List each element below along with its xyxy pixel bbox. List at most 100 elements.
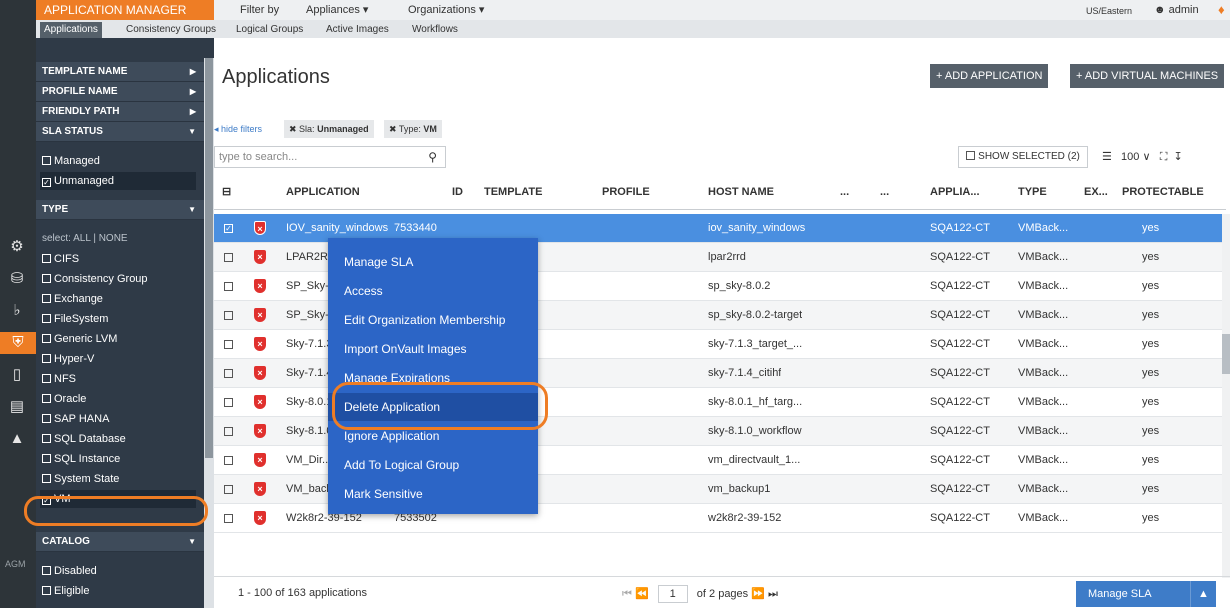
filter-option-managed[interactable]: Managed: [42, 152, 198, 170]
row-checkbox[interactable]: [224, 340, 233, 349]
filter-template-name[interactable]: TEMPLATE NAME ▶: [36, 62, 204, 82]
col-host-name[interactable]: HOST NAME: [708, 174, 774, 210]
filter-option-type[interactable]: Exchange: [42, 290, 198, 308]
row-checkbox[interactable]: [224, 514, 233, 523]
shield-icon[interactable]: ⛨: [0, 332, 36, 354]
filter-option-type[interactable]: CIFS: [42, 250, 198, 268]
row-checkbox[interactable]: [224, 485, 233, 494]
row-checkbox[interactable]: [224, 456, 233, 465]
filter-type[interactable]: TYPE ▼: [36, 200, 204, 220]
tab-consistency-groups[interactable]: Consistency Groups: [122, 22, 220, 38]
checkbox[interactable]: [42, 394, 51, 403]
row-checkbox[interactable]: [224, 398, 233, 407]
checkbox[interactable]: [42, 454, 51, 463]
filter-option-type[interactable]: System State: [42, 470, 198, 488]
checkbox[interactable]: [42, 474, 51, 483]
filter-sla-status[interactable]: SLA STATUS ▼: [36, 122, 204, 142]
show-selected-toggle[interactable]: SHOW SELECTED (2): [958, 146, 1088, 168]
appliances-menu[interactable]: Appliances ▾: [306, 2, 368, 18]
filter-option-type[interactable]: SQL Database: [42, 430, 198, 448]
table-scrollbar[interactable]: [1222, 214, 1230, 578]
menu-item-mark-sensitive[interactable]: Mark Sensitive: [328, 480, 538, 508]
prev-page-icon[interactable]: ⏪: [635, 588, 649, 600]
col-protectable[interactable]: PROTECTABLE: [1122, 174, 1204, 210]
download-icon[interactable]: ↧: [1174, 151, 1183, 163]
last-page-icon[interactable]: ⏭: [768, 588, 778, 600]
col-appliance[interactable]: APPLIA...: [930, 174, 980, 210]
col-profile[interactable]: PROFILE: [602, 174, 650, 210]
chevron-up-icon[interactable]: ▲: [1190, 581, 1216, 607]
checkbox[interactable]: [42, 274, 51, 283]
filter-option-type[interactable]: SQL Instance: [42, 450, 198, 468]
page-size-select[interactable]: 100 ∨: [1121, 151, 1150, 163]
filter-option-type[interactable]: NFS: [42, 370, 198, 388]
row-checkbox[interactable]: [224, 253, 233, 262]
col-template[interactable]: TEMPLATE: [484, 174, 542, 210]
filter-friendly-path[interactable]: FRIENDLY PATH ▶: [36, 102, 204, 122]
col-type[interactable]: TYPE: [1018, 174, 1047, 210]
col-id[interactable]: ID: [452, 174, 463, 210]
columns-icon[interactable]: ☰: [1102, 151, 1112, 163]
select-all-none[interactable]: select: ALL | NONE: [42, 230, 198, 248]
checkbox[interactable]: [42, 334, 51, 343]
notification-icon[interactable]: ♦: [1218, 2, 1225, 17]
checkbox[interactable]: [42, 314, 51, 323]
row-checkbox[interactable]: ✓: [224, 224, 233, 233]
filter-option-unmanaged[interactable]: ✓ Unmanaged: [40, 172, 196, 190]
col-application[interactable]: APPLICATION: [286, 174, 360, 210]
tab-active-images[interactable]: Active Images: [322, 22, 393, 38]
user-menu[interactable]: ☻ admin: [1154, 4, 1199, 16]
filter-chip-type[interactable]: ✖ Type: VM: [384, 120, 442, 138]
row-checkbox[interactable]: [224, 369, 233, 378]
database-icon[interactable]: ⛁: [6, 268, 28, 290]
manage-sla-button[interactable]: Manage SLA ▲: [1076, 581, 1216, 607]
upload-icon[interactable]: ▲: [6, 428, 28, 450]
tab-logical-groups[interactable]: Logical Groups: [232, 22, 307, 38]
filter-option-type[interactable]: SAP HANA: [42, 410, 198, 428]
next-page-icon[interactable]: ⏩: [751, 588, 765, 600]
filter-option-type[interactable]: Hyper-V: [42, 350, 198, 368]
col-expiration[interactable]: EX...: [1084, 174, 1108, 210]
expand-icon[interactable]: ⛶: [1160, 151, 1168, 163]
col-more-2[interactable]: ...: [880, 174, 889, 210]
workflow-icon[interactable]: ♭: [6, 300, 28, 322]
checkbox[interactable]: [42, 354, 51, 363]
menu-item-edit-organization-membership[interactable]: Edit Organization Membership: [328, 306, 538, 334]
page-number-input[interactable]: 1: [657, 585, 688, 603]
checkbox[interactable]: [42, 414, 51, 423]
tab-applications[interactable]: Applications: [40, 22, 102, 38]
menu-item-add-to-logical-group[interactable]: Add To Logical Group: [328, 451, 538, 479]
row-checkbox[interactable]: [224, 311, 233, 320]
filter-option-type[interactable]: Oracle: [42, 390, 198, 408]
search-input[interactable]: type to search... ⚲: [214, 146, 446, 168]
checkbox[interactable]: [42, 254, 51, 263]
first-page-icon[interactable]: ⏮: [622, 588, 632, 600]
row-checkbox[interactable]: [224, 282, 233, 291]
filter-option-type[interactable]: Consistency Group: [42, 270, 198, 288]
report-icon[interactable]: ▤: [6, 396, 28, 418]
filter-option-type[interactable]: FileSystem: [42, 310, 198, 328]
add-application-button[interactable]: + ADD APPLICATION: [930, 64, 1049, 88]
checkbox[interactable]: [42, 374, 51, 383]
menu-item-manage-sla[interactable]: Manage SLA: [328, 248, 538, 276]
collapse-all-icon[interactable]: ⊟: [222, 174, 231, 210]
dashboard-icon[interactable]: ⚙: [6, 236, 28, 258]
row-checkbox[interactable]: [224, 427, 233, 436]
checkbox[interactable]: [42, 434, 51, 443]
organizations-menu[interactable]: Organizations ▾: [408, 2, 484, 18]
col-more-1[interactable]: ...: [840, 174, 849, 210]
close-icon[interactable]: ✖: [289, 124, 299, 134]
filter-option-disabled[interactable]: Disabled: [42, 562, 198, 580]
add-virtual-machines-button[interactable]: + ADD VIRTUAL MACHINES: [1070, 64, 1225, 88]
menu-item-import-onvault-images[interactable]: Import OnVault Images: [328, 335, 538, 363]
hide-filters-link[interactable]: ◂ hide filters: [214, 124, 262, 135]
storage-icon[interactable]: ▯: [6, 364, 28, 386]
filter-option-eligible[interactable]: Eligible: [42, 582, 198, 600]
filter-option-type[interactable]: Generic LVM: [42, 330, 198, 348]
filter-scrollbar[interactable]: [204, 58, 214, 608]
menu-item-access[interactable]: Access: [328, 277, 538, 305]
tab-workflows[interactable]: Workflows: [408, 22, 462, 38]
filter-profile-name[interactable]: PROFILE NAME ▶: [36, 82, 204, 102]
filter-catalog[interactable]: CATALOG ▼: [36, 532, 204, 552]
filter-chip-sla[interactable]: ✖ Sla: Unmanaged: [284, 120, 374, 138]
